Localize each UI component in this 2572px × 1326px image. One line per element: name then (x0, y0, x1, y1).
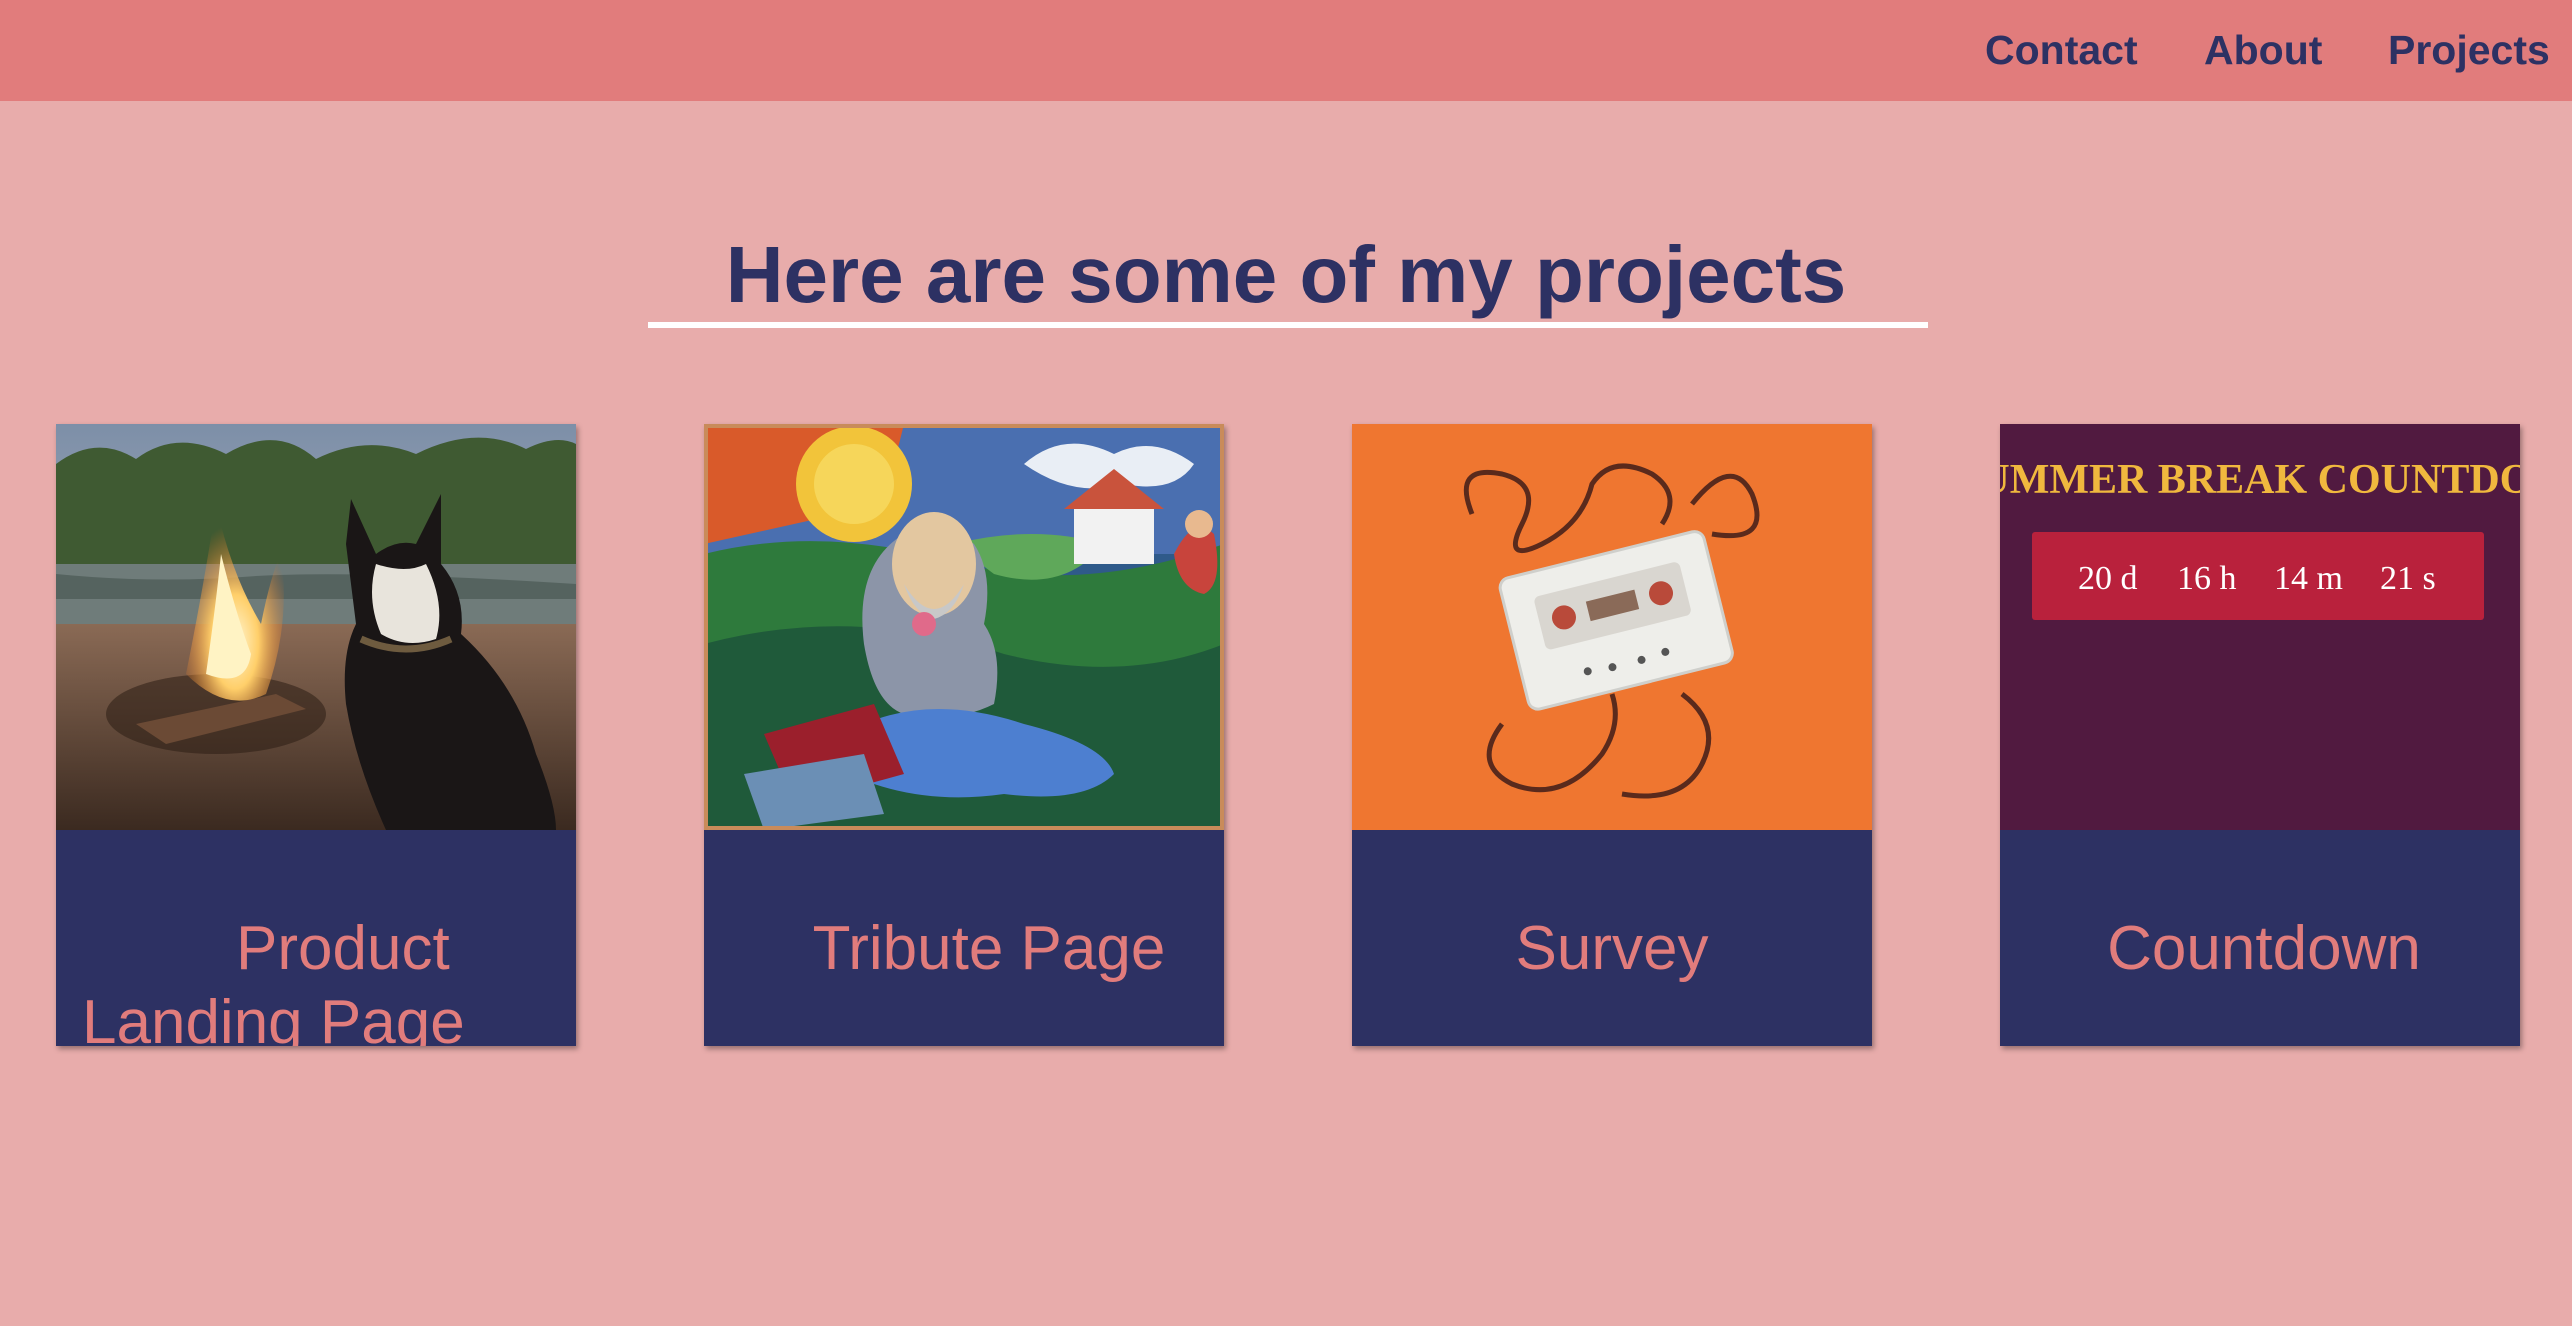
countdown-preview-timer: 20 d 16 h 14 m 21 s (2032, 532, 2484, 620)
project-title-tribute-page: Tribute Page (812, 914, 1166, 983)
heading-underline (648, 322, 1928, 328)
nav-link-projects[interactable]: Projects (2388, 24, 2550, 76)
project-card-survey[interactable]: Survey (1352, 424, 1872, 1046)
countdown-minutes: 14 m (2274, 560, 2343, 597)
project-thumbnail-painting (704, 424, 1224, 830)
project-card-tribute-page[interactable]: Tribute Page (704, 424, 1224, 1046)
navbar: Contact About Projects (0, 0, 2572, 101)
countdown-hours: 16 h (2177, 560, 2237, 597)
project-thumbnail-cassette (1352, 424, 1872, 830)
project-thumbnail-countdown: SUMMER BREAK COUNTDOWN 20 d 16 h 14 m 21… (2000, 424, 2520, 830)
project-title-survey: Survey (1515, 914, 1709, 983)
countdown-preview-banner: SUMMER BREAK COUNTDOWN (2000, 457, 2520, 503)
countdown-days: 20 d (2078, 560, 2138, 597)
projects-heading: Here are some of my projects (725, 230, 1847, 319)
nav-link-contact[interactable]: Contact (1985, 24, 2138, 76)
countdown-seconds: 21 s (2380, 560, 2436, 597)
project-card-product-landing-page[interactable]: Product Landing Page (56, 424, 576, 1046)
nav-link-about[interactable]: About (2204, 24, 2322, 76)
project-title-product-landing-page: Product Landing Page (82, 914, 465, 1046)
project-card-countdown[interactable]: SUMMER BREAK COUNTDOWN 20 d 16 h 14 m 21… (2000, 424, 2520, 1046)
project-title-countdown: Countdown (2107, 914, 2421, 983)
project-thumbnail-campfire-dog (56, 424, 576, 830)
